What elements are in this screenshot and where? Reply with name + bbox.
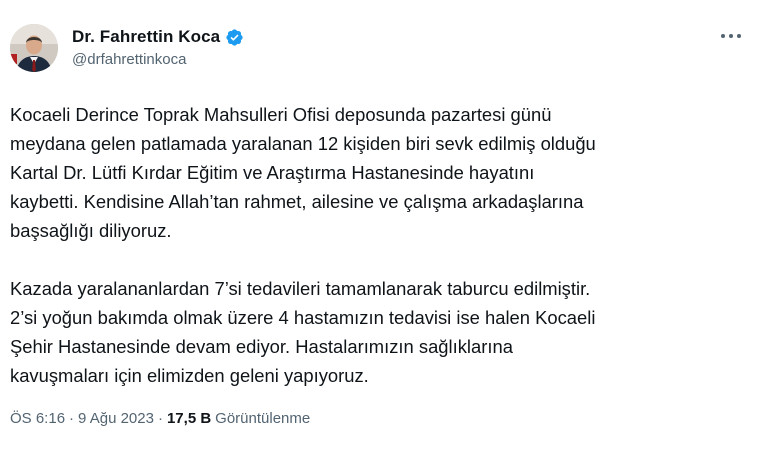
tweet-line: Kazada yaralananlardan 7’si tedavileri t… [10,278,591,299]
tweet-line: Kartal Dr. Lütfi Kırdar Eğitim ve Araştı… [10,162,535,183]
views-count[interactable]: 17,5 B [167,410,211,427]
tweet-paragraph-1: Kocaeli Derince Toprak Mahsulleri Ofisi … [10,100,750,245]
tweet-text: Kocaeli Derince Toprak Mahsulleri Ofisi … [10,100,750,390]
verified-badge-icon [225,28,244,47]
tweet-date[interactable]: 9 Ağu 2023 [78,410,154,427]
tweet-line: başsağlığı diliyoruz. [10,220,172,241]
tweet-line: 2’si yoğun bakımda olmak üzere 4 hastamı… [10,307,596,328]
tweet-meta: ÖS 6:16 · 9 Ağu 2023 · 17,5 B Görüntülen… [10,410,310,427]
meta-separator: · [157,410,163,427]
tweet-line: kavuşmaları için elimizden geleni yapıyo… [10,365,369,386]
author-display-name[interactable]: Dr. Fahrettin Koca [72,27,220,47]
author-avatar[interactable] [10,24,58,72]
more-horizontal-icon [721,34,741,38]
tweet-paragraph-2: Kazada yaralananlardan 7’si tedavileri t… [10,274,750,390]
more-options-button[interactable] [716,24,746,48]
views-label: Görüntülenme [215,410,311,427]
tweet-line: Şehir Hastanesinde devam ediyor. Hastala… [10,336,513,357]
author-handle[interactable]: @drfahrettinkoca [72,51,186,68]
tweet-line: Kocaeli Derince Toprak Mahsulleri Ofisi … [10,104,552,125]
meta-separator: · [69,410,75,427]
tweet-line: kaybetti. Kendisine Allah’tan rahmet, ai… [10,191,584,212]
author-name-row: Dr. Fahrettin Koca [72,26,244,48]
avatar-image [10,24,58,72]
tweet-line: meydana gelen patlamada yaralanan 12 kiş… [10,133,596,154]
tweet-time[interactable]: ÖS 6:16 [10,410,65,427]
tweet-card: Dr. Fahrettin Koca @drfahrettinkoca Koca… [0,0,760,450]
